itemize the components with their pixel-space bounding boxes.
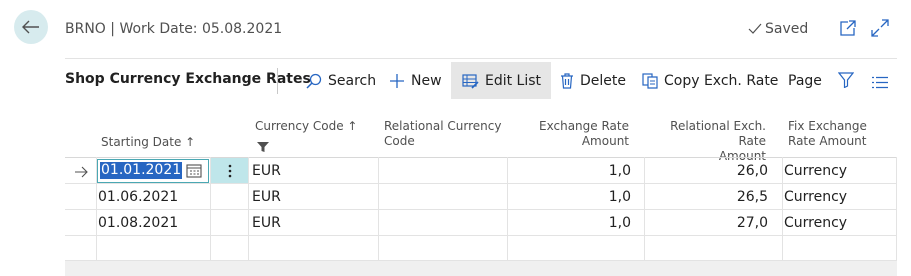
row-actions-button[interactable] — [211, 158, 248, 183]
action-separator — [277, 68, 278, 94]
currency-code-cell[interactable]: EUR — [252, 158, 281, 184]
copy-exch-rate-button[interactable]: Copy Exch. Rate — [642, 62, 778, 99]
col-header-fix-exchange-rate-amount[interactable]: Fix Exchange Rate Amount — [788, 119, 867, 149]
filter-icon[interactable] — [837, 72, 855, 92]
new-label: New — [411, 72, 442, 89]
arrow-left-icon — [22, 20, 40, 34]
col-header-relational-currency-code[interactable]: Relational Currency Code — [384, 119, 501, 149]
back-button[interactable] — [14, 10, 48, 44]
plus-icon — [389, 73, 405, 89]
saved-status: Saved — [748, 21, 808, 37]
fix-exchange-rate-amount-cell[interactable]: Currency — [784, 184, 847, 210]
currency-code-cell[interactable]: EUR — [252, 184, 281, 210]
exchange-rate-amount-cell[interactable]: 1,0 — [510, 184, 631, 210]
table-row[interactable]: 01.08.2021 EUR 1,0 27,0 Currency — [65, 210, 897, 236]
starting-date-cell[interactable]: 01.08.2021 — [98, 210, 178, 236]
header-divider — [65, 58, 897, 59]
starting-date-cell[interactable]: 01.06.2021 — [98, 184, 178, 210]
fix-exchange-rate-amount-cell[interactable]: Currency — [784, 210, 847, 236]
check-icon — [748, 23, 762, 35]
delete-label: Delete — [580, 72, 626, 89]
currency-code-cell[interactable]: EUR — [252, 210, 281, 236]
col-header-starting-date[interactable]: Starting Date ↑ — [101, 135, 195, 150]
copy-exch-rate-label: Copy Exch. Rate — [664, 72, 779, 89]
exchange-rate-amount-cell[interactable]: 1,0 — [510, 210, 631, 236]
open-new-window-icon[interactable] — [839, 19, 857, 41]
copy-icon — [642, 72, 658, 89]
edit-list-label: Edit List — [485, 72, 542, 89]
search-label: Search — [328, 72, 377, 89]
starting-date-value[interactable]: 01.01.2021 — [100, 162, 183, 179]
page-menu-button[interactable]: Page — [788, 62, 822, 99]
expand-icon[interactable] — [871, 19, 889, 41]
page-menu-label: Page — [788, 72, 822, 89]
relational-exch-rate-amount-cell[interactable]: 27,0 — [648, 210, 768, 236]
current-row-arrow-icon — [74, 163, 88, 182]
fix-exchange-rate-amount-cell[interactable]: Currency — [784, 158, 847, 184]
search-button[interactable]: Search — [306, 62, 376, 99]
new-button[interactable]: New — [389, 62, 442, 99]
edit-list-button[interactable]: Edit List — [451, 62, 552, 99]
delete-button[interactable]: Delete — [560, 62, 626, 99]
calendar-icon[interactable] — [186, 163, 202, 182]
saved-label: Saved — [765, 21, 809, 37]
filter-applied-icon — [257, 137, 269, 156]
work-context: BRNO | Work Date: 05.08.2021 — [65, 21, 283, 37]
trash-icon — [560, 72, 574, 89]
grid-footer — [65, 261, 897, 276]
relational-exch-rate-amount-cell[interactable]: 26,5 — [648, 184, 768, 210]
page-title: Shop Currency Exchange Rates — [65, 71, 311, 87]
empty-new-row[interactable] — [65, 236, 897, 261]
search-icon — [306, 73, 322, 89]
list-view-icon[interactable] — [872, 74, 888, 93]
edit-list-icon — [462, 73, 479, 89]
relational-exch-rate-amount-cell[interactable]: 26,0 — [648, 158, 768, 184]
col-header-exchange-rate-amount[interactable]: Exchange Rate Amount — [520, 119, 629, 149]
exchange-rate-amount-cell[interactable]: 1,0 — [510, 158, 631, 184]
more-vertical-icon — [228, 164, 232, 178]
table-row[interactable]: 01.06.2021 EUR 1,0 26,5 Currency — [65, 184, 897, 210]
col-header-currency-code[interactable]: Currency Code ↑ — [255, 119, 357, 134]
